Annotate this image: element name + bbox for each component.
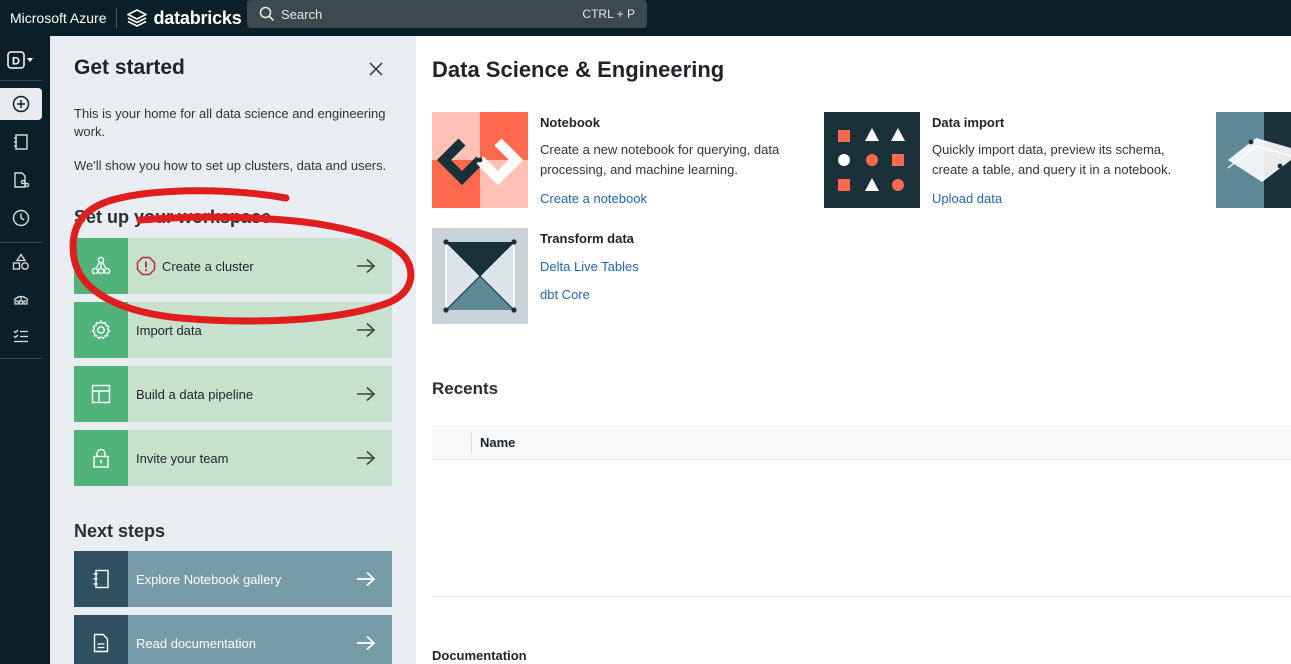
databricks-logo[interactable]: databricks <box>127 7 242 29</box>
get-started-title: Get started <box>74 56 185 79</box>
data-import-thumbnail[interactable] <box>824 112 920 208</box>
azure-brand[interactable]: Microsoft Azure <box>10 10 106 26</box>
search-shortcut: CTRL + P <box>582 7 635 21</box>
data-import-card-title: Data import <box>932 115 1005 130</box>
upload-data-link[interactable]: Upload data <box>932 191 1002 206</box>
get-started-panel: Get started This is your home for all da… <box>50 36 416 664</box>
search-bar[interactable]: Search CTRL + P <box>247 0 647 28</box>
invite-team-label: Invite your team <box>136 450 229 466</box>
dbt-core-link[interactable]: dbt Core <box>540 287 590 302</box>
third-card-thumbnail[interactable] <box>1216 112 1291 208</box>
repos-icon[interactable] <box>0 164 42 196</box>
explore-notebook-gallery-label: Explore Notebook gallery <box>136 571 282 587</box>
setup-workspace-heading: Set up your workspace <box>74 207 272 227</box>
svg-text:D: D <box>12 56 20 68</box>
cluster-icon <box>74 238 128 294</box>
next-steps-heading: Next steps <box>74 521 166 541</box>
column-divider <box>471 433 472 453</box>
create-cluster-button[interactable]: Create a cluster <box>74 238 392 294</box>
brand-divider <box>116 8 118 28</box>
databricks-wordmark: databricks <box>153 7 242 28</box>
read-documentation-label: Read documentation <box>136 635 256 651</box>
rail-divider <box>0 80 42 81</box>
rail-divider <box>0 242 42 243</box>
workspace-icon[interactable] <box>0 126 42 158</box>
import-data-button[interactable]: Import data <box>74 302 392 358</box>
notebook-thumbnail[interactable] <box>432 112 528 208</box>
documentation-title: Documentation <box>432 648 527 663</box>
name-column-header[interactable]: Name <box>480 435 515 450</box>
main-title: Data Science & Engineering <box>432 57 725 82</box>
close-icon[interactable] <box>367 60 385 78</box>
build-pipeline-label: Build a data pipeline <box>136 386 254 402</box>
data-icon[interactable] <box>0 246 42 278</box>
document-icon <box>74 615 128 664</box>
read-documentation-button[interactable]: Read documentation <box>74 615 392 664</box>
pipeline-icon <box>74 366 128 422</box>
workspace-badge-icon: D <box>7 51 33 69</box>
recents-table-header: Name <box>432 425 1291 460</box>
transform-data-thumbnail[interactable] <box>432 228 528 324</box>
search-icon <box>259 6 275 22</box>
arrow-right-icon <box>356 258 376 274</box>
get-started-intro: This is your home for all data science a… <box>74 106 386 139</box>
create-notebook-link[interactable]: Create a notebook <box>540 191 647 206</box>
notebook-card-title: Notebook <box>540 115 600 130</box>
search-placeholder: Search <box>281 6 323 22</box>
arrow-right-icon <box>356 386 376 402</box>
create-cluster-text: Create a cluster <box>162 258 254 274</box>
delta-live-tables-link[interactable]: Delta Live Tables <box>540 259 639 274</box>
notebook-card-description: Create a new notebook for querying, data… <box>540 142 780 177</box>
recents-title: Recents <box>432 379 499 398</box>
arrow-right-icon <box>356 450 376 466</box>
workflows-icon[interactable] <box>0 320 42 352</box>
build-pipeline-button[interactable]: Build a data pipeline <box>74 366 392 422</box>
arrow-right-icon <box>356 635 376 651</box>
get-started-subintro: We'll show you how to set up clusters, d… <box>74 158 387 173</box>
databricks-logo-icon <box>127 9 148 27</box>
notebook-icon <box>74 551 128 607</box>
create-cluster-label: Create a cluster <box>136 256 254 276</box>
rail-divider <box>0 358 42 359</box>
recents-table-bottom-border <box>432 596 1291 597</box>
new-icon[interactable] <box>0 88 42 120</box>
compute-icon[interactable] <box>0 284 42 316</box>
top-bar: Microsoft Azure databricks Search CTRL +… <box>0 0 1291 36</box>
arrow-right-icon <box>356 322 376 338</box>
lock-icon <box>74 430 128 486</box>
transform-data-card-title: Transform data <box>540 231 634 246</box>
workspace-switcher[interactable]: D <box>0 44 42 76</box>
import-data-label: Import data <box>136 322 202 338</box>
gear-icon <box>74 302 128 358</box>
invite-team-button[interactable]: Invite your team <box>74 430 392 486</box>
explore-notebook-gallery-button[interactable]: Explore Notebook gallery <box>74 551 392 607</box>
data-import-card-description: Quickly import data, preview its schema,… <box>932 142 1172 177</box>
arrow-right-icon <box>356 571 376 587</box>
left-navigation-rail: D <box>0 36 50 664</box>
warning-icon <box>136 256 156 276</box>
recents-icon[interactable] <box>0 202 42 234</box>
